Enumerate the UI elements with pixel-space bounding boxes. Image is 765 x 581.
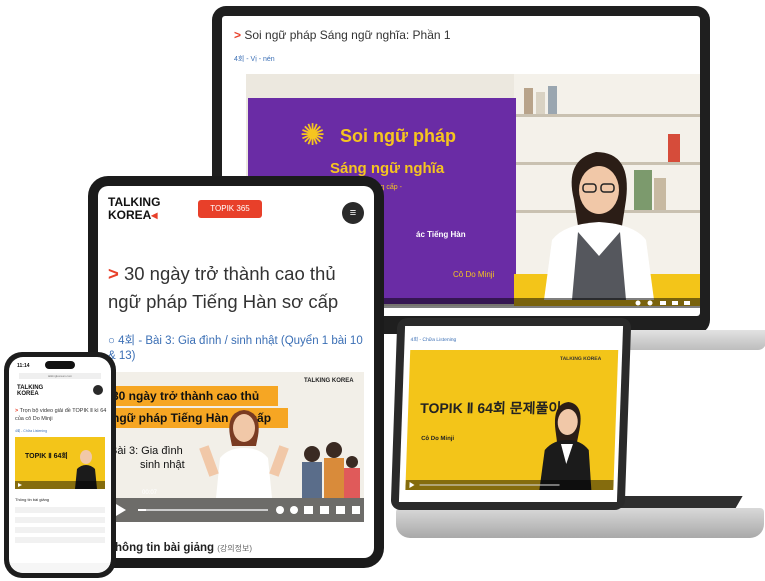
- phone-logo-line2: KOREA: [17, 391, 39, 397]
- tablet-video-player[interactable]: TALKING KOREA 30 ngày trở thành cao thủ …: [108, 372, 364, 522]
- flag-decoration: [668, 134, 680, 162]
- tablet-subtitle-text: 4회 - Bài 3: Gia đình / sinh nhật (Quyển …: [108, 335, 363, 362]
- dynamic-island: [45, 361, 75, 369]
- list-item[interactable]: [15, 507, 105, 513]
- title-arrow-icon: >: [234, 28, 242, 42]
- video-brand-logo: TALKING KOREA: [304, 378, 354, 384]
- tablet-video-controls[interactable]: [108, 498, 364, 522]
- video-timestamp: 00:07: [142, 490, 158, 496]
- lesson-info-label: Thông tin bài giảng: [108, 542, 215, 554]
- phone-title-text: Trọn bộ video giải đề TOPIK Ⅱ kì 64 của …: [15, 408, 107, 422]
- lesson-label-line1: Bài 3: Gia đình: [110, 445, 183, 457]
- lesson-info-heading: Thông tin bài giảng (강의정보): [108, 542, 252, 554]
- book: [536, 92, 545, 114]
- lesson-label-line2: sinh nhật: [140, 459, 185, 471]
- video-lesson-label: Bài 3: Gia đình sinh nhật: [110, 444, 194, 472]
- phone-status-time: 11:14: [17, 363, 30, 369]
- monitor-page-title: > Soi ngữ pháp Sáng ngữ nghĩa: Phần 1: [234, 28, 451, 42]
- list-item[interactable]: [15, 537, 105, 543]
- tablet-title-text: 30 ngày trở thành cao thủ ngữ pháp Tiếng…: [108, 263, 339, 312]
- talking-korea-logo[interactable]: TALKING KOREA◂: [108, 196, 160, 222]
- lesson-info-label-ko: (강의정보): [217, 544, 253, 553]
- book: [548, 86, 557, 114]
- laptop: 4회 - Chữa Listening TALKING KOREA TOPIK …: [390, 318, 632, 510]
- hamburger-menu-icon[interactable]: ≡: [342, 202, 364, 224]
- monitor-title-text: Soi ngữ pháp Sáng ngữ nghĩa: Phần 1: [244, 28, 451, 42]
- lightbulb-icon: ✺: [300, 119, 326, 152]
- tablet-screen: TALKING KOREA◂ TOPIK 365 ≡ > 30 ngày trở…: [98, 186, 374, 558]
- list-item[interactable]: [15, 527, 105, 533]
- smartphone: 11:14 talkingkorean.com TALKING KOREA > …: [4, 352, 116, 578]
- slide-title-line2: Sáng ngữ nghĩa: [330, 160, 445, 177]
- phone-lesson-subtitle[interactable]: 4회 - Chữa Listening: [15, 429, 47, 434]
- video-banner-line1: 30 ngày trở thành cao thủ: [108, 386, 278, 406]
- phone-url-bar[interactable]: talkingkorean.com: [19, 373, 101, 379]
- topik-365-button[interactable]: TOPIK 365: [198, 200, 262, 218]
- phone-lesson-info: Thông tin bài giảng: [15, 497, 50, 502]
- phone-browser-toolbar[interactable]: [9, 563, 111, 573]
- tablet-lesson-subtitle[interactable]: ○ 4회 - Bài 3: Gia đình / sinh nhật (Quyể…: [108, 334, 370, 364]
- laptop-video-controls[interactable]: [405, 480, 614, 490]
- title-arrow-icon: >: [15, 408, 19, 414]
- laptop-base: [396, 508, 764, 538]
- tablet-page-title: > 30 ngày trở thành cao thủ ngữ pháp Tiế…: [108, 260, 368, 316]
- logo-line2: KOREA: [108, 208, 152, 222]
- shelf-board: [514, 114, 700, 117]
- phone-video-title: TOPIK Ⅱ 64회: [25, 453, 68, 460]
- phone-menu-icon[interactable]: [93, 385, 103, 395]
- phone-talking-korea-logo[interactable]: TALKING KOREA: [17, 385, 43, 397]
- phone-screen: 11:14 talkingkorean.com TALKING KOREA > …: [9, 357, 111, 573]
- phone-page-title: > Trọn bộ video giải đề TOPIK Ⅱ kì 64 củ…: [15, 407, 107, 423]
- laptop-video-player[interactable]: TALKING KOREA TOPIK Ⅱ 64회 문제풀이 Cô Do Min…: [405, 350, 619, 490]
- title-arrow-icon: >: [108, 263, 119, 284]
- monitor-lesson-subtitle[interactable]: 4회 - Vị - nén: [234, 54, 275, 64]
- teacher-figure: [544, 152, 654, 300]
- laptop-lesson-subtitle[interactable]: 4회 - Chữa Listening: [410, 336, 456, 343]
- slide-teacher-name: Cô Do Minji: [453, 270, 495, 279]
- phone-video-player[interactable]: TOPIK Ⅱ 64회: [15, 437, 105, 489]
- tablet: TALKING KOREA◂ TOPIK 365 ≡ > 30 ngày trở…: [88, 176, 384, 568]
- slide-title-line1: Soi ngữ pháp: [340, 126, 457, 146]
- video-brand-logo: TALKING KOREA: [559, 356, 602, 362]
- phone-video-controls[interactable]: [15, 481, 105, 489]
- laptop-screen: 4회 - Chữa Listening TALKING KOREA TOPIK …: [398, 326, 624, 502]
- phone-lesson-list: [15, 507, 105, 557]
- book: [524, 88, 533, 114]
- list-item[interactable]: [15, 517, 105, 523]
- lesson-circle-icon: ○: [108, 335, 119, 347]
- teacher-figure: [539, 402, 592, 490]
- teacher-and-family-figures: [199, 410, 360, 498]
- slide-title-line4: ác Tiếng Hàn: [416, 230, 466, 239]
- logo-wave-icon: ◂: [151, 208, 158, 222]
- laptop-teacher-name: Cô Do Minji: [421, 436, 455, 442]
